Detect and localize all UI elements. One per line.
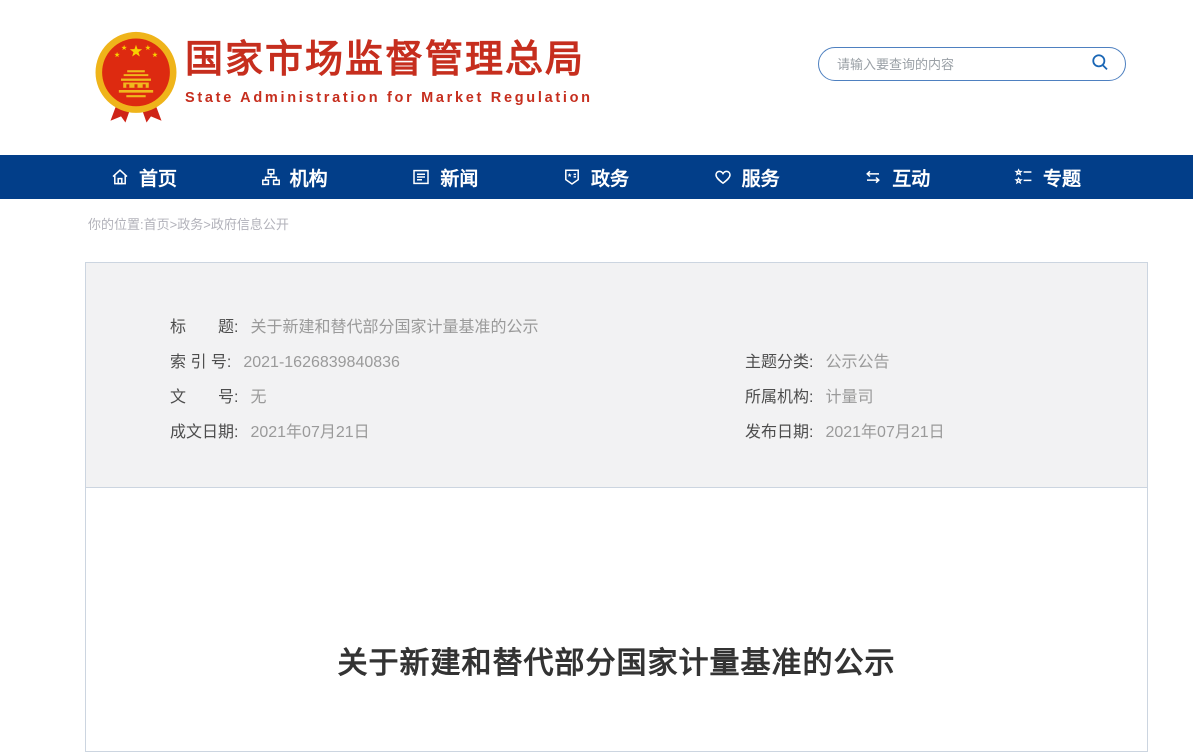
nav-label: 互动 [892,164,930,191]
meta-label-title: 标 题: [170,310,238,345]
main-nav: 首页 机构 新闻 [0,155,1193,199]
breadcrumb-link-gov[interactable]: 政务 [177,217,203,232]
meta-value-written-date: 2021年07月21日 [250,415,369,450]
meta-value-title: 关于新建和替代部分国家计量基准的公示 [250,310,538,345]
news-icon [411,167,431,187]
search-input[interactable] [837,57,1088,72]
nav-item-interaction[interactable]: 互动 [863,164,930,191]
nav-item-news[interactable]: 新闻 [411,164,478,191]
search-box [818,47,1126,81]
site-title: 国家市场监督管理总局 [185,41,593,81]
meta-label-written-date: 成文日期: [170,415,238,450]
government-icon [562,167,582,187]
article-body: 关于新建和替代部分国家计量基准的公示 [86,488,1147,682]
meta-row-title: 标 题: 关于新建和替代部分国家计量基准的公示 [170,310,1107,345]
document-meta: 标 题: 关于新建和替代部分国家计量基准的公示 索 引 号: 2021-1626… [86,263,1147,488]
nav-label: 机构 [290,164,328,191]
meta-row: 文 号: 无 所属机构: 计量司 [170,380,1107,415]
nav-item-service[interactable]: 服务 [713,164,780,191]
meta-value-category: 公示公告 [825,345,889,380]
breadcrumb-separator: > [203,217,211,232]
nav-label: 专题 [1043,164,1081,191]
nav-item-topics[interactable]: 专题 [1014,164,1081,191]
document-panel: 标 题: 关于新建和替代部分国家计量基准的公示 索 引 号: 2021-1626… [85,262,1148,752]
nav-item-home[interactable]: 首页 [110,164,177,191]
meta-row: 成文日期: 2021年07月21日 发布日期: 2021年07月21日 [170,415,1107,450]
breadcrumb-link-info-disclosure[interactable]: 政府信息公开 [211,217,289,232]
meta-value-department: 计量司 [825,380,873,415]
article-title: 关于新建和替代部分国家计量基准的公示 [86,638,1147,682]
meta-label-index-number: 索 引 号: [170,345,231,380]
nav-label: 新闻 [440,164,478,191]
national-emblem-logo [92,31,180,127]
nav-label: 首页 [139,164,177,191]
breadcrumb: 你的位置:首页>政务>政府信息公开 [0,199,1193,262]
search-button[interactable] [1088,50,1113,78]
meta-label-department: 所属机构: [745,380,813,415]
meta-label-category: 主题分类: [745,345,813,380]
service-heart-icon [713,167,733,187]
nav-item-organization[interactable]: 机构 [261,164,328,191]
site-subtitle: State Administration for Market Regulati… [185,90,593,106]
home-icon [110,167,130,187]
meta-label-publish-date: 发布日期: [745,415,813,450]
meta-value-index-number: 2021-1626839840836 [243,345,400,380]
nav-label: 服务 [742,164,780,191]
nav-item-government[interactable]: 政务 [562,164,629,191]
breadcrumb-prefix: 你的位置: [88,217,144,232]
site-header: 国家市场监督管理总局 State Administration for Mark… [0,0,1193,155]
topics-list-icon [1014,167,1034,187]
organization-icon [261,167,281,187]
meta-value-doc-number: 无 [250,380,266,415]
meta-value-publish-date: 2021年07月21日 [825,415,944,450]
meta-row: 索 引 号: 2021-1626839840836 主题分类: 公示公告 [170,345,1107,380]
nav-label: 政务 [591,164,629,191]
search-icon [1090,52,1111,76]
interaction-arrows-icon [863,167,883,187]
breadcrumb-link-home[interactable]: 首页 [144,217,170,232]
meta-label-doc-number: 文 号: [170,380,238,415]
